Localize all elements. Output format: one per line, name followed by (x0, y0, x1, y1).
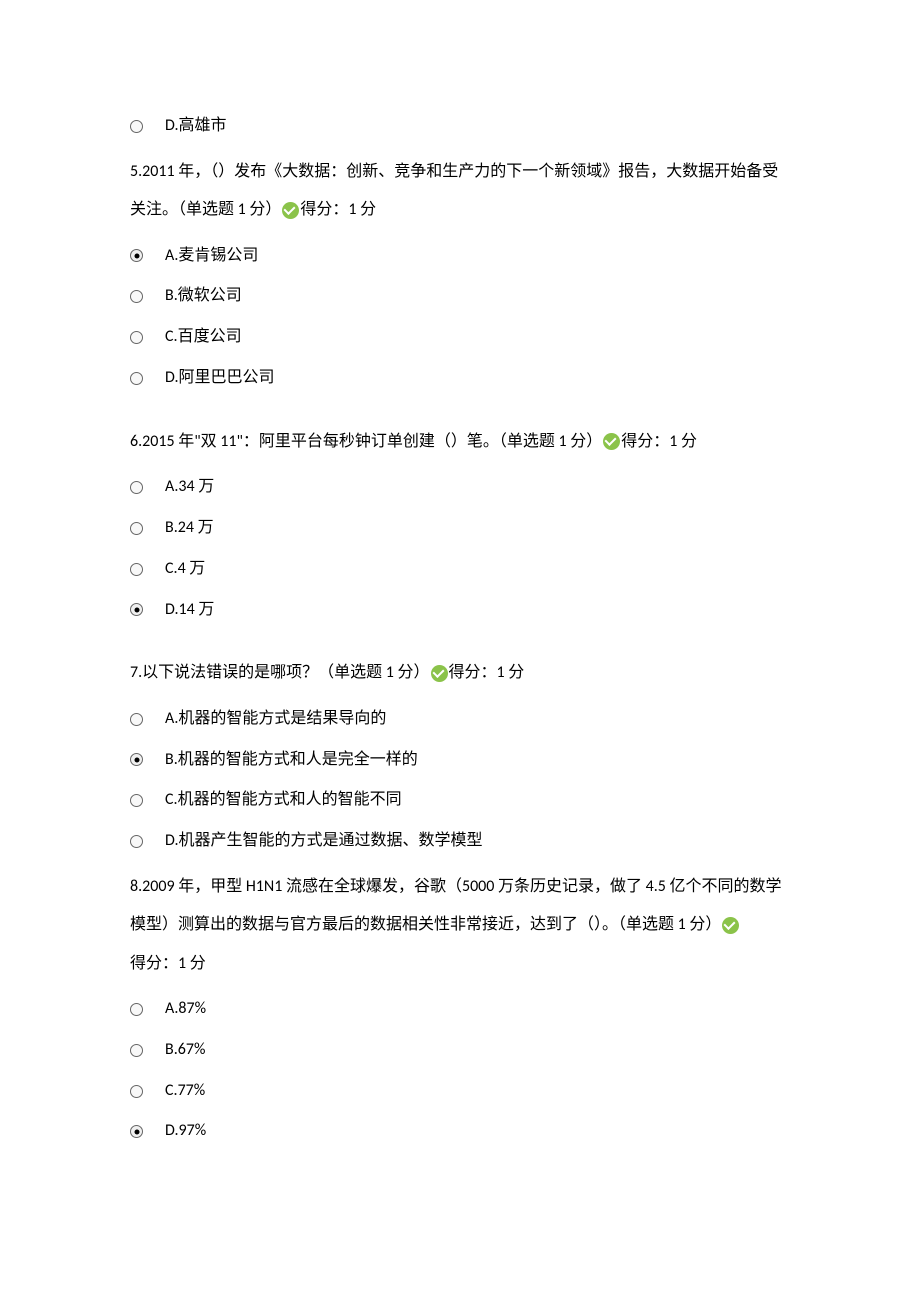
option-label: D.高雄市 (165, 112, 227, 141)
q4-option-d[interactable]: D.高雄市 (130, 112, 790, 141)
radio-icon (130, 794, 143, 807)
radio-icon (130, 1044, 143, 1057)
radio-icon (130, 290, 143, 303)
question-text: 8.2009 年，甲型 H1N1 流感在全球爆发，谷歌（5000 万条历史记录，… (130, 877, 782, 934)
radio-icon (130, 481, 143, 494)
q8-option-c[interactable]: C.77% (130, 1077, 790, 1106)
option-label: B.机器的智能方式和人是完全一样的 (165, 746, 418, 775)
q5-option-d[interactable]: D.阿里巴巴公司 (130, 364, 790, 393)
check-icon (282, 202, 299, 219)
radio-icon (130, 753, 143, 766)
question-5: 5.2011 年，（）发布《大数据：创新、竞争和生产力的下一个新领域》报告，大数… (130, 153, 790, 230)
option-label: D.阿里巴巴公司 (165, 364, 275, 393)
radio-icon (130, 331, 143, 344)
question-7: 7.以下说法错误的是哪项？（单选题 1 分） 得分：1 分 (130, 654, 790, 692)
radio-icon (130, 1125, 143, 1138)
q6-option-c[interactable]: C.4 万 (130, 555, 790, 584)
radio-icon (130, 835, 143, 848)
radio-icon (130, 372, 143, 385)
radio-icon (130, 1003, 143, 1016)
q7-option-d[interactable]: D.机器产生智能的方式是通过数据、数学模型 (130, 827, 790, 856)
q7-option-b[interactable]: B.机器的智能方式和人是完全一样的 (130, 746, 790, 775)
option-label: C.百度公司 (165, 323, 242, 352)
option-label: A.机器的智能方式是结果导向的 (165, 705, 386, 734)
score-text: 得分：1 分 (130, 954, 206, 973)
check-icon (722, 917, 739, 934)
question-text: 5.2011 年，（）发布《大数据：创新、竞争和生产力的下一个新领域》报告，大数… (130, 162, 778, 219)
question-text: 6.2015 年"双 11"：阿里平台每秒钟订单创建（）笔。（单选题 1 分） (130, 432, 602, 451)
score-text: 得分：1 分 (449, 663, 525, 682)
q6-option-d[interactable]: D.14 万 (130, 596, 790, 625)
check-icon (431, 665, 448, 682)
option-label: D.97% (165, 1117, 206, 1146)
radio-icon (130, 603, 143, 616)
question-8: 8.2009 年，甲型 H1N1 流感在全球爆发，谷歌（5000 万条历史记录，… (130, 868, 790, 983)
q5-option-b[interactable]: B.微软公司 (130, 282, 790, 311)
radio-icon (130, 249, 143, 262)
question-text: 7.以下说法错误的是哪项？（单选题 1 分） (130, 663, 430, 682)
radio-icon (130, 522, 143, 535)
option-label: A.34 万 (165, 473, 214, 502)
option-label: A.87% (165, 995, 206, 1024)
q8-option-d[interactable]: D.97% (130, 1117, 790, 1146)
q6-option-a[interactable]: A.34 万 (130, 473, 790, 502)
option-label: A.麦肯锡公司 (165, 242, 258, 271)
option-label: B.67% (165, 1036, 205, 1065)
q6-option-b[interactable]: B.24 万 (130, 514, 790, 543)
radio-icon (130, 120, 143, 133)
option-label: D.机器产生智能的方式是通过数据、数学模型 (165, 827, 483, 856)
radio-icon (130, 1085, 143, 1098)
option-label: B.微软公司 (165, 282, 242, 311)
q8-option-a[interactable]: A.87% (130, 995, 790, 1024)
q7-option-a[interactable]: A.机器的智能方式是结果导向的 (130, 705, 790, 734)
radio-icon (130, 563, 143, 576)
radio-icon (130, 713, 143, 726)
option-label: C.4 万 (165, 555, 205, 584)
q5-option-c[interactable]: C.百度公司 (130, 323, 790, 352)
score-text: 得分：1 分 (621, 432, 697, 451)
check-icon (603, 433, 620, 450)
option-label: C.机器的智能方式和人的智能不同 (165, 786, 402, 815)
question-6: 6.2015 年"双 11"：阿里平台每秒钟订单创建（）笔。（单选题 1 分） 得… (130, 423, 790, 461)
option-label: B.24 万 (165, 514, 214, 543)
option-label: D.14 万 (165, 596, 214, 625)
score-text: 得分：1 分 (300, 200, 376, 219)
q8-option-b[interactable]: B.67% (130, 1036, 790, 1065)
q7-option-c[interactable]: C.机器的智能方式和人的智能不同 (130, 786, 790, 815)
option-label: C.77% (165, 1077, 205, 1106)
q5-option-a[interactable]: A.麦肯锡公司 (130, 242, 790, 271)
